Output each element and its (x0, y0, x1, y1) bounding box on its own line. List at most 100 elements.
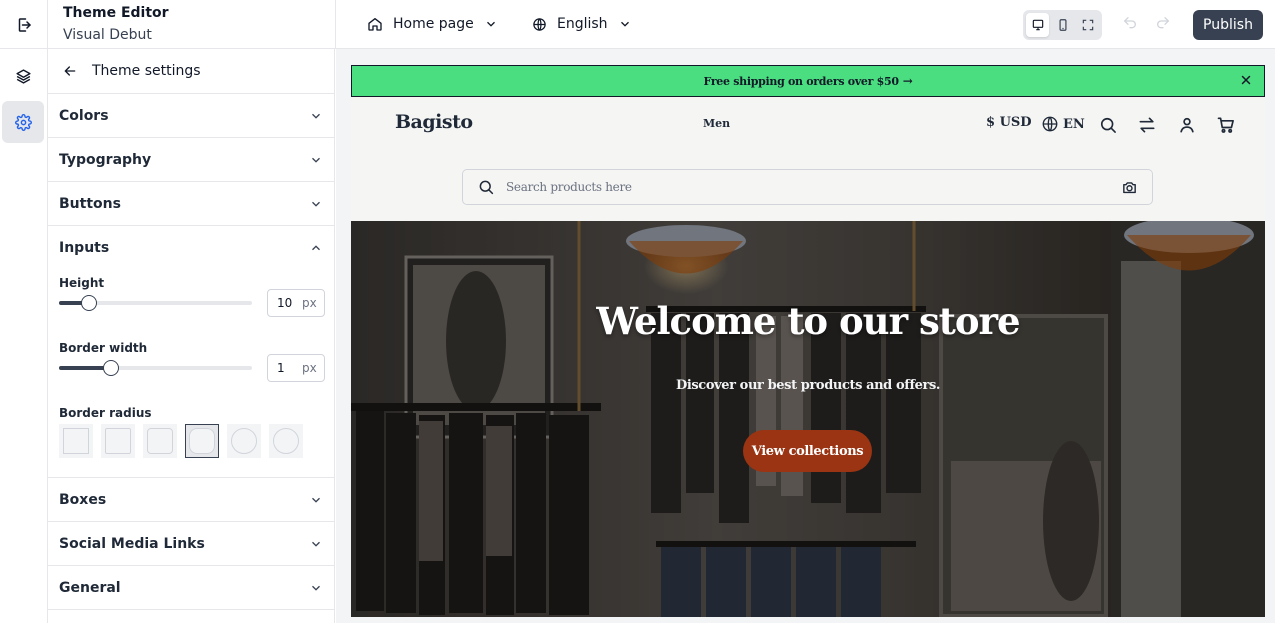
height-value: 10 (277, 296, 293, 310)
settings-panel: Theme settings Colors Typography Buttons… (48, 49, 335, 623)
border-radius-swatch (63, 428, 89, 454)
border-radius-swatch (231, 428, 257, 454)
height-input[interactable]: 10 px (267, 289, 325, 317)
border-radius-option[interactable] (101, 424, 135, 458)
view-collections-button[interactable]: View collections (743, 430, 872, 472)
globe-icon (533, 17, 546, 31)
page-select[interactable]: Home page (367, 13, 498, 35)
hero-title: Welcome to our store (596, 299, 1020, 343)
chevron-down-icon (620, 21, 629, 27)
panel-header: Theme settings (48, 49, 334, 94)
section-label: Typography (59, 151, 152, 168)
border-radius-options (59, 424, 303, 458)
section-label: General (59, 579, 121, 596)
language-select[interactable]: English (532, 13, 632, 35)
section-label: Social Media Links (59, 535, 205, 552)
section-label: Boxes (59, 491, 107, 508)
store-search-input[interactable]: Search products here (462, 169, 1153, 205)
chevron-down-icon (312, 113, 320, 119)
announcement-bar[interactable]: Free shipping on orders over $50 → (351, 65, 1265, 97)
fullscreen-icon (1082, 19, 1093, 31)
fullscreen-view-button[interactable] (1076, 13, 1099, 37)
theme-name: Visual Debut (63, 27, 152, 43)
chevron-down-icon (486, 21, 495, 27)
section-typography[interactable]: Typography (48, 138, 334, 182)
border-width-input[interactable]: 1 px (267, 354, 325, 382)
mobile-icon (1059, 19, 1066, 31)
section-general[interactable]: General (48, 566, 334, 610)
chevron-down-icon (312, 201, 320, 207)
border-radius-swatch (147, 428, 173, 454)
arrow-right-icon: → (902, 74, 913, 88)
publish-button[interactable]: Publish (1193, 10, 1263, 40)
border-radius-swatch (273, 428, 299, 454)
hero-banner: Welcome to our store Discover our best p… (351, 221, 1265, 617)
search-icon (479, 180, 494, 195)
undo-icon (1123, 17, 1136, 29)
undo-button[interactable] (1122, 15, 1138, 35)
layers-icon (15, 68, 31, 84)
divider (335, 0, 336, 49)
border-radius-label: Border radius (59, 406, 152, 420)
globe-icon (1042, 116, 1058, 132)
compare-icon[interactable] (1137, 115, 1157, 135)
icon-rail (0, 49, 48, 623)
section-label: Buttons (59, 195, 121, 212)
chevron-down-icon (312, 585, 320, 591)
section-social-media-links[interactable]: Social Media Links (48, 522, 334, 566)
desktop-view-button[interactable] (1026, 13, 1049, 37)
border-width-slider[interactable] (59, 360, 252, 376)
cart-icon[interactable] (1216, 115, 1236, 135)
slider-thumb[interactable] (103, 360, 119, 376)
close-icon[interactable] (1240, 74, 1252, 86)
mobile-view-button[interactable] (1051, 13, 1074, 37)
top-bar: Theme Editor Visual Debut Home page Engl… (0, 0, 1275, 49)
border-radius-option[interactable] (143, 424, 177, 458)
gear-icon (14, 113, 32, 131)
currency-switcher[interactable]: $ USD (986, 115, 1032, 130)
camera-icon[interactable] (1121, 179, 1138, 196)
editor-title-block: Theme Editor Visual Debut (63, 4, 169, 45)
slider-thumb[interactable] (81, 295, 97, 311)
exit-icon (18, 17, 31, 32)
store-logo[interactable]: Bagisto (395, 111, 473, 133)
redo-icon (1157, 17, 1170, 29)
store-preview-frame[interactable]: Free shipping on orders over $50 → Bagis… (351, 65, 1265, 617)
section-label: Inputs (59, 240, 110, 256)
hero-overlay (351, 221, 1265, 617)
settings-rail-button[interactable] (2, 101, 44, 143)
section-boxes[interactable]: Boxes (48, 478, 334, 522)
locale-switcher[interactable]: EN (1041, 115, 1085, 133)
border-width-label: Border width (59, 341, 148, 355)
border-radius-option[interactable] (227, 424, 261, 458)
desktop-icon (1032, 19, 1043, 31)
border-radius-option[interactable] (269, 424, 303, 458)
announcement-text: Free shipping on orders over $50 (703, 74, 900, 88)
section-label: Colors (59, 107, 109, 124)
height-slider[interactable] (59, 295, 252, 311)
search-placeholder: Search products here (506, 180, 632, 194)
nav-item-men[interactable]: Men (703, 117, 730, 130)
back-arrow-icon[interactable] (62, 63, 78, 79)
exit-editor-button[interactable] (0, 0, 48, 49)
search-icon[interactable] (1098, 115, 1118, 135)
redo-button[interactable] (1155, 15, 1171, 35)
border-radius-option[interactable] (59, 424, 93, 458)
height-unit: px (302, 296, 317, 310)
section-buttons[interactable]: Buttons (48, 182, 334, 226)
inputs-settings: Height 10 px Border width 1 px Border ra… (48, 270, 334, 478)
locale-label: EN (1063, 116, 1085, 132)
height-label: Height (59, 276, 105, 290)
border-radius-option[interactable] (185, 424, 219, 458)
border-width-unit: px (302, 361, 317, 375)
user-icon[interactable] (1177, 115, 1197, 135)
page-select-label: Home page (393, 16, 474, 32)
store-header: Bagisto Men $ USD EN Search products her… (351, 97, 1265, 221)
section-colors[interactable]: Colors (48, 94, 334, 138)
border-radius-swatch (189, 428, 215, 454)
sections-rail-button[interactable] (2, 55, 44, 97)
language-select-label: English (557, 16, 608, 32)
app-title: Theme Editor (63, 5, 169, 21)
chevron-down-icon (312, 497, 320, 503)
section-inputs[interactable]: Inputs (48, 226, 334, 270)
